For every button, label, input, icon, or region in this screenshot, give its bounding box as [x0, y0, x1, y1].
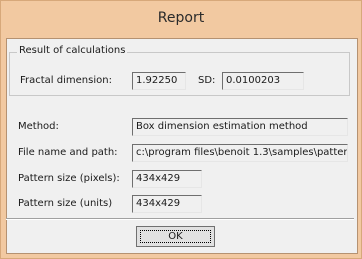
title-bar[interactable]: Report: [1, 1, 361, 38]
method-label: Method:: [18, 121, 59, 132]
pattern-size-units-field[interactable]: 434x429: [132, 195, 202, 213]
fractal-dimension-label: Fractal dimension:: [20, 75, 112, 86]
file-path-label: File name and path:: [18, 147, 118, 158]
pattern-size-pixels-field[interactable]: 434x429: [132, 170, 202, 188]
results-group-label: Result of calculations: [17, 45, 128, 56]
focus-rectangle: [140, 230, 211, 243]
ok-button[interactable]: OK: [136, 226, 215, 247]
pattern-size-units-label: Pattern size (units): [18, 198, 113, 209]
separator-line: [6, 218, 354, 220]
file-path-field[interactable]: c:\program files\benoit 1.3\samples\patt…: [132, 144, 348, 162]
sd-field[interactable]: 0.0100203: [222, 72, 304, 90]
window-title: Report: [157, 10, 205, 26]
fractal-dimension-field[interactable]: 1.92250: [132, 72, 186, 90]
sd-label: SD:: [198, 75, 216, 86]
pattern-size-pixels-label: Pattern size (pixels):: [18, 173, 120, 184]
method-field[interactable]: Box dimension estimation method: [132, 118, 348, 136]
